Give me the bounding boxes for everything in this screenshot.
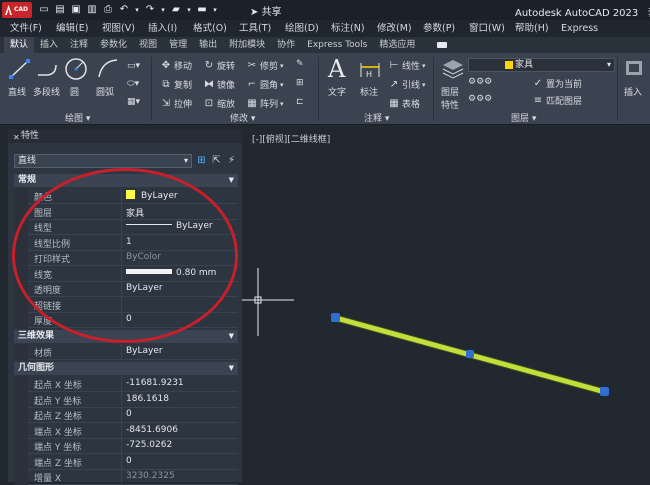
row-gutter bbox=[14, 188, 28, 204]
row-gutter bbox=[14, 453, 28, 470]
row-gutter bbox=[14, 344, 28, 360]
property-label: 端点 Z 坐标 bbox=[34, 458, 82, 469]
property-value-text: 3230.2325 bbox=[126, 471, 175, 481]
property-label: 端点 X 坐标 bbox=[34, 427, 82, 438]
property-row[interactable]: 材质 ByLayer bbox=[14, 344, 238, 360]
property-label: 起点 Z 坐标 bbox=[34, 412, 82, 422]
column-divider bbox=[121, 453, 122, 470]
property-value-text: -8451.6906 bbox=[126, 424, 178, 435]
property-value[interactable]: 3230.2325 bbox=[126, 471, 175, 481]
annotation-oval bbox=[12, 168, 238, 343]
row-gutter bbox=[14, 376, 28, 392]
toggle-pickadd-icon[interactable]: ⊞ bbox=[195, 154, 208, 167]
property-row[interactable]: 端点 Y 坐标 -725.0262 bbox=[14, 438, 238, 454]
row-gutter bbox=[14, 312, 28, 328]
midpoint-grip[interactable] bbox=[466, 350, 474, 358]
close-icon[interactable]: ✕ bbox=[13, 131, 20, 145]
property-value-text: -725.0262 bbox=[126, 440, 173, 450]
collapse-icon: ▼ bbox=[228, 364, 234, 372]
property-value[interactable]: ByLayer bbox=[126, 346, 163, 356]
property-label: 端点 Y 坐标 bbox=[34, 443, 82, 453]
property-value[interactable]: 186.1618 bbox=[126, 394, 169, 404]
collapse-icon: ▼ bbox=[228, 176, 234, 184]
row-gutter bbox=[14, 469, 28, 485]
column-divider bbox=[121, 469, 122, 485]
property-label: 材质 bbox=[34, 349, 53, 359]
property-value[interactable]: -11681.9231 bbox=[126, 378, 184, 388]
property-value[interactable]: 0 bbox=[126, 456, 132, 466]
property-label: 起点 X 坐标 bbox=[34, 381, 82, 391]
object-type-dropdown[interactable]: 直线 ▾ bbox=[14, 154, 192, 168]
column-divider bbox=[121, 391, 122, 408]
section-geometry[interactable]: 几何图形 ▼ bbox=[14, 362, 238, 375]
row-gutter bbox=[14, 391, 28, 408]
property-value[interactable]: -8451.6906 bbox=[126, 425, 178, 435]
property-value[interactable]: -725.0262 bbox=[126, 440, 172, 450]
column-divider bbox=[121, 344, 122, 360]
column-divider bbox=[121, 438, 122, 454]
palette-header[interactable]: ✕ 特性 bbox=[8, 129, 242, 143]
row-gutter bbox=[14, 407, 28, 423]
start-grip[interactable] bbox=[331, 313, 340, 322]
property-value-text: 0 bbox=[126, 455, 132, 466]
property-row[interactable]: 起点 Z 坐标 0 bbox=[14, 407, 238, 423]
property-label: 起点 Y 坐标 bbox=[34, 396, 82, 407]
property-row[interactable]: 增量 X 3230.2325 bbox=[14, 469, 238, 485]
column-divider bbox=[121, 422, 122, 439]
row-gutter bbox=[14, 422, 28, 439]
property-value-text: 186.1618 bbox=[126, 393, 169, 404]
row-gutter bbox=[14, 438, 28, 454]
property-value-text: -11681.9231 bbox=[126, 378, 184, 388]
property-label: 增量 X bbox=[34, 474, 62, 484]
column-divider bbox=[121, 407, 122, 423]
property-value-text: ByLayer bbox=[126, 346, 163, 356]
quick-select-icon[interactable]: ⚡ bbox=[225, 154, 238, 167]
column-divider bbox=[121, 376, 122, 392]
select-objects-icon[interactable]: ⇱ bbox=[210, 154, 223, 167]
end-grip[interactable] bbox=[600, 387, 609, 396]
property-value-text: 0 bbox=[126, 409, 132, 419]
collapse-icon: ▼ bbox=[228, 332, 234, 340]
property-value[interactable]: 0 bbox=[126, 409, 132, 419]
chevron-down-icon: ▾ bbox=[183, 156, 188, 165]
property-row[interactable]: 起点 X 坐标 -11681.9231 bbox=[14, 376, 238, 392]
property-row[interactable]: 端点 Z 坐标 0 bbox=[14, 453, 238, 470]
property-row[interactable]: 端点 X 坐标 -8451.6906 bbox=[14, 422, 238, 439]
property-row[interactable]: 起点 Y 坐标 186.1618 bbox=[14, 391, 238, 408]
